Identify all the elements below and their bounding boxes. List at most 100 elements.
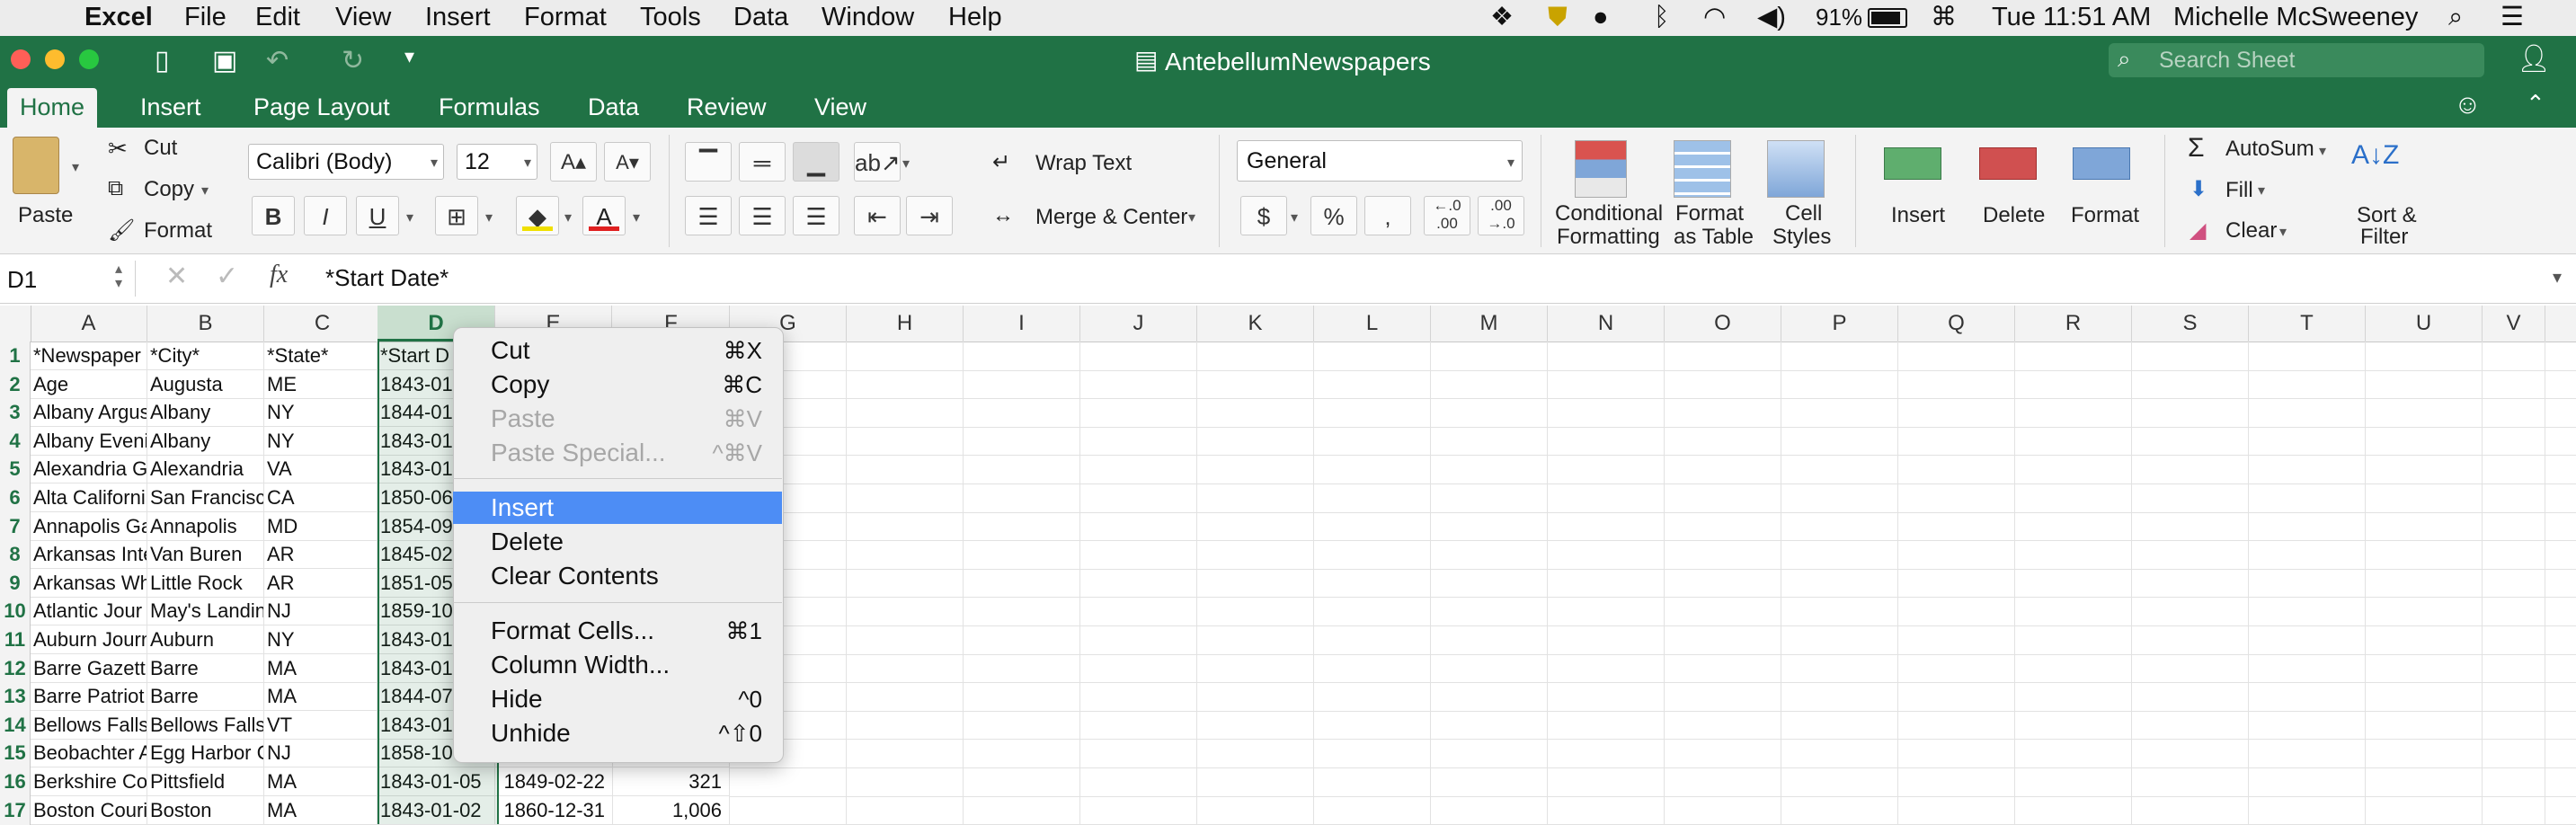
merge-chevron-icon[interactable]: ▾	[1188, 208, 1195, 226]
clear-eraser-icon[interactable]: ◢	[2190, 217, 2206, 244]
cell-e16[interactable]: 1849-02-22	[495, 767, 613, 796]
column-header-h[interactable]: H	[847, 306, 964, 342]
align-top-button[interactable]: ▔	[685, 142, 732, 182]
font-size-select[interactable]: 12 ▾	[457, 144, 537, 180]
fill-color-chevron-icon[interactable]: ▾	[564, 208, 572, 226]
cell-f17[interactable]: 1,006	[613, 795, 730, 825]
font-name-select[interactable]: Calibri (Body) ▾	[248, 144, 444, 180]
tab-review[interactable]: Review	[687, 88, 767, 128]
wrap-text-button[interactable]: Wrap Text	[1035, 151, 1132, 176]
cell-b16[interactable]: Pittsfield	[147, 767, 264, 796]
cell-b11[interactable]: Auburn	[147, 625, 264, 654]
cell-styles-label-2[interactable]: Styles	[1772, 225, 1831, 250]
currency-chevron-icon[interactable]: ▾	[1291, 208, 1298, 226]
orientation-button[interactable]: ab↗	[854, 142, 901, 182]
row-header[interactable]: 6	[0, 483, 31, 512]
menu-file[interactable]: File	[184, 0, 227, 36]
menu-insert[interactable]: Insert	[425, 0, 491, 36]
cell-c17[interactable]: MA	[264, 795, 378, 825]
cell-styles-icon[interactable]	[1767, 140, 1825, 198]
column-header-s[interactable]: S	[2132, 306, 2249, 342]
minimize-window-button[interactable]	[45, 49, 65, 69]
battery-icon[interactable]	[1868, 0, 1907, 36]
row-header[interactable]: 5	[0, 455, 31, 484]
confirm-entry-icon[interactable]: ✓	[216, 261, 238, 292]
increase-decimal-button[interactable]: ←.0.00	[1424, 196, 1470, 235]
cell-styles-label-1[interactable]: Cell	[1785, 201, 1822, 226]
cell-c11[interactable]: NY	[264, 625, 378, 654]
cell-a3[interactable]: Albany Argus	[31, 398, 147, 428]
context-menu-paste[interactable]: Paste ⌘V	[453, 403, 782, 435]
zoom-window-button[interactable]	[79, 49, 99, 69]
sidebar-toggle-icon[interactable]: ▯	[155, 45, 170, 76]
dropbox-icon[interactable]: ❖	[1490, 0, 1514, 36]
row-header[interactable]: 8	[0, 540, 31, 570]
cell-a17[interactable]: Boston Couri	[31, 795, 147, 825]
fill-down-icon[interactable]: ⬇	[2190, 176, 2207, 202]
font-color-chevron-icon[interactable]: ▾	[633, 208, 640, 226]
bluetooth-icon[interactable]: ᛒ	[1654, 0, 1669, 36]
cell-b17[interactable]: Boston	[147, 795, 264, 825]
cell-b7[interactable]: Annapolis	[147, 511, 264, 541]
tab-formulas[interactable]: Formulas	[439, 88, 540, 128]
collapse-ribbon-icon[interactable]: ⌃	[2526, 90, 2545, 118]
clear-button[interactable]: Clear	[2225, 218, 2277, 244]
undo-icon[interactable]: ↶	[266, 45, 289, 76]
menu-tools[interactable]: Tools	[640, 0, 701, 36]
align-right-button[interactable]: ☰	[793, 196, 839, 235]
cell-d17[interactable]: 1843-01-02	[378, 795, 495, 825]
autosum-chevron-icon[interactable]: ▾	[2319, 142, 2326, 160]
cell-b6[interactable]: San Francisco	[147, 483, 264, 512]
cell-c3[interactable]: NY	[264, 398, 378, 428]
context-menu-paste-special[interactable]: Paste Special... ^⌘V	[453, 437, 782, 469]
menu-window[interactable]: Window	[822, 0, 914, 36]
currency-button[interactable]: $	[1240, 196, 1287, 235]
copy-button[interactable]: Copy	[144, 177, 194, 202]
cell-a5[interactable]: Alexandria G	[31, 455, 147, 484]
cell-a6[interactable]: Alta Californi	[31, 483, 147, 512]
comma-style-button[interactable]: ,	[1364, 196, 1411, 235]
row-header[interactable]: 16	[0, 767, 31, 796]
percent-button[interactable]: %	[1310, 196, 1357, 235]
wrap-text-icon[interactable]: ↵	[992, 149, 1010, 175]
menu-app-name[interactable]: Excel	[84, 0, 153, 36]
paste-label[interactable]: Paste	[18, 203, 73, 228]
fill-button[interactable]: Fill	[2225, 178, 2253, 203]
row-header[interactable]: 2	[0, 369, 31, 399]
cell-c9[interactable]: AR	[264, 568, 378, 598]
column-header-j[interactable]: J	[1080, 306, 1197, 342]
cell-c15[interactable]: NJ	[264, 739, 378, 768]
italic-button[interactable]: I	[304, 196, 347, 235]
tab-page-layout[interactable]: Page Layout	[253, 88, 390, 128]
context-menu-unhide[interactable]: Unhide ^⇧0	[453, 717, 782, 750]
cell-a1[interactable]: *Newspaper	[31, 342, 147, 370]
increase-font-size-button[interactable]: A▴	[550, 142, 597, 182]
paste-dropdown-chevron-icon[interactable]: ▾	[72, 158, 79, 176]
context-menu-delete[interactable]: Delete	[453, 526, 782, 558]
font-color-button[interactable]: A	[582, 196, 626, 235]
row-header[interactable]: 17	[0, 795, 31, 825]
notification-center-icon[interactable]: ☰	[2500, 0, 2524, 36]
copy-dropdown-chevron-icon[interactable]: ▾	[201, 182, 209, 200]
cell-c16[interactable]: MA	[264, 767, 378, 796]
cell-b8[interactable]: Van Buren	[147, 540, 264, 570]
row-header[interactable]: 13	[0, 682, 31, 712]
column-header-n[interactable]: N	[1548, 306, 1665, 342]
format-as-table-label-2[interactable]: as Table	[1674, 225, 1754, 250]
menu-view[interactable]: View	[335, 0, 391, 36]
align-center-button[interactable]: ☰	[739, 196, 786, 235]
cell-a12[interactable]: Barre Gazett	[31, 653, 147, 683]
fill-color-button[interactable]: ◆	[516, 196, 559, 235]
cell-b3[interactable]: Albany	[147, 398, 264, 428]
name-box[interactable]: D1 ▴ ▾	[0, 261, 136, 297]
cell-c1[interactable]: *State*	[264, 342, 378, 370]
cell-a9[interactable]: Arkansas Wh	[31, 568, 147, 598]
cell-b5[interactable]: Alexandria	[147, 455, 264, 484]
cell-a10[interactable]: Atlantic Jour	[31, 597, 147, 626]
decrease-decimal-button[interactable]: .00 →.0	[1478, 196, 1524, 235]
cell-b1[interactable]: *City*	[147, 342, 264, 370]
orientation-chevron-icon[interactable]: ▾	[902, 155, 910, 173]
cell-b4[interactable]: Albany	[147, 426, 264, 456]
formula-input[interactable]: *Start Date*	[325, 264, 449, 292]
clear-chevron-icon[interactable]: ▾	[2279, 223, 2287, 241]
